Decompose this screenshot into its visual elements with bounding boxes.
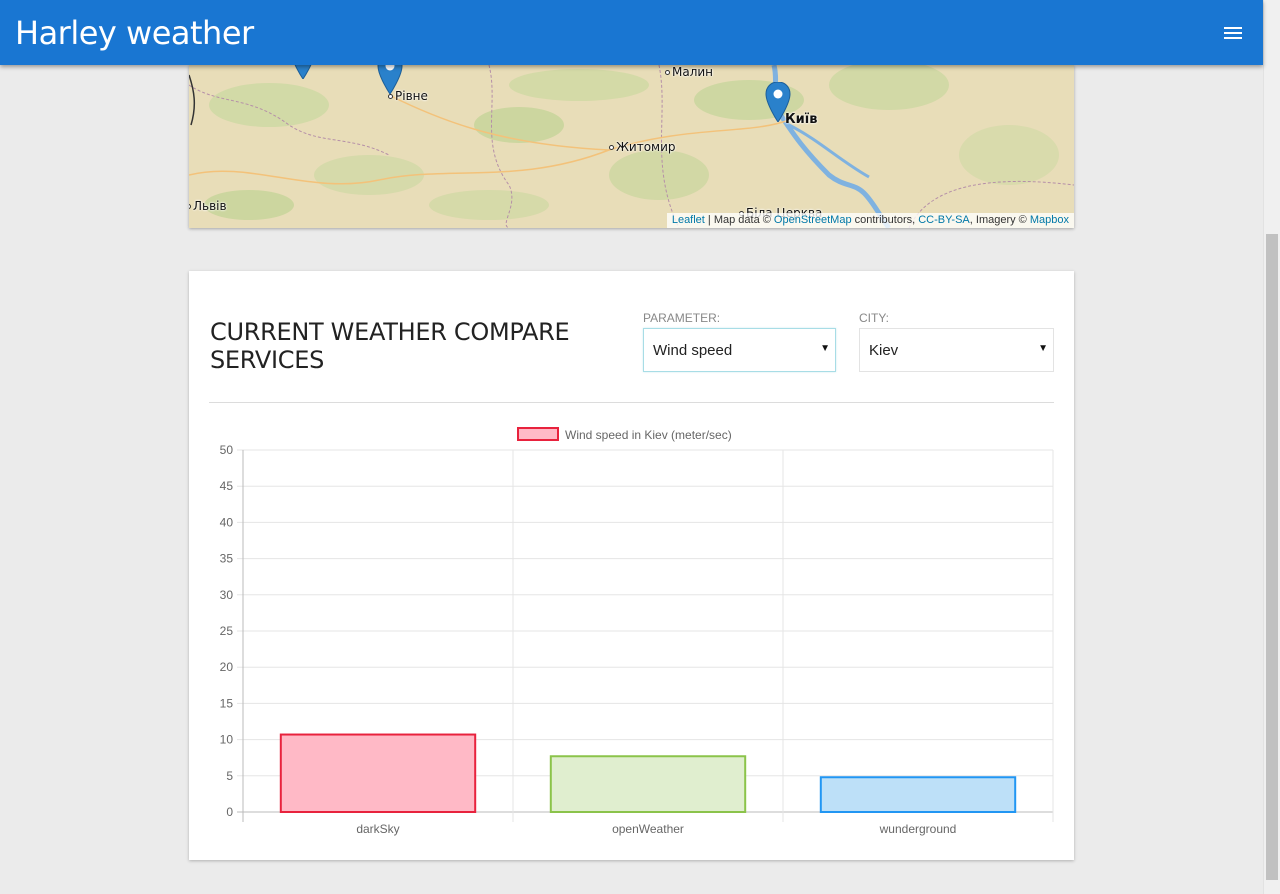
y-tick-label: 10 [220,733,234,747]
page-scrollbar[interactable] [1263,0,1280,894]
x-tick-label: darkSky [356,822,399,836]
legend-swatch [517,427,559,441]
y-tick-label: 45 [220,479,234,493]
menu-icon[interactable] [1218,22,1248,44]
x-tick-label: wunderground [879,822,957,836]
y-tick-label: 25 [220,624,234,638]
compare-card: CURRENT WEATHER COMPARE SERVICES PARAMET… [189,271,1074,860]
city-dot-icon [388,94,393,99]
weather-map[interactable]: Малин Рівне Київ Житомир Львів Біла Церк… [189,65,1074,228]
y-tick-label: 30 [220,588,234,602]
map-marker-icon[interactable] [765,82,791,122]
y-tick-label: 40 [220,515,234,529]
app-bar: Harley weather [0,0,1263,65]
y-tick-label: 35 [220,552,234,566]
bar-wunderground [819,776,1017,813]
cc-by-sa-link[interactable]: CC-BY-SA [918,214,970,226]
city-label-zhytomyr: Житомир [609,140,676,154]
city-dot-icon [189,204,191,209]
bar-openWeather [549,755,747,814]
y-tick-label: 0 [226,805,233,819]
city-dot-icon [665,70,670,75]
wind-speed-chart: Wind speed in Kiev (meter/sec) 0 5 10 15 20 25… [220,427,1054,836]
y-tick-label: 5 [226,769,233,783]
x-tick-label: openWeather [612,822,684,836]
y-tick-label: 15 [220,696,234,710]
bar-darkSky [279,733,477,814]
city-dot-icon [609,145,614,150]
map-attribution: Leaflet | Map data © OpenStreetMap contr… [666,213,1074,228]
city-label-lviv: Львів [189,199,227,213]
openstreetmap-link[interactable]: OpenStreetMap [774,214,852,226]
map-marker-icon[interactable] [290,65,316,79]
attribution-text: | Map data © [704,214,774,226]
leaflet-link[interactable]: Leaflet [672,214,705,226]
app-title: Harley weather [15,14,254,52]
city-label-malyn: Малин [665,65,713,79]
map-marker-icon[interactable] [377,65,403,94]
y-tick-label: 20 [220,660,234,674]
attribution-text: , Imagery © [969,214,1030,226]
y-tick-label: 50 [220,443,234,457]
legend-label: Wind speed in Kiev (meter/sec) [565,428,732,442]
attribution-text: contributors, [851,214,919,226]
mapbox-link[interactable]: Mapbox [1030,214,1069,226]
scrollbar-thumb[interactable] [1266,234,1278,880]
